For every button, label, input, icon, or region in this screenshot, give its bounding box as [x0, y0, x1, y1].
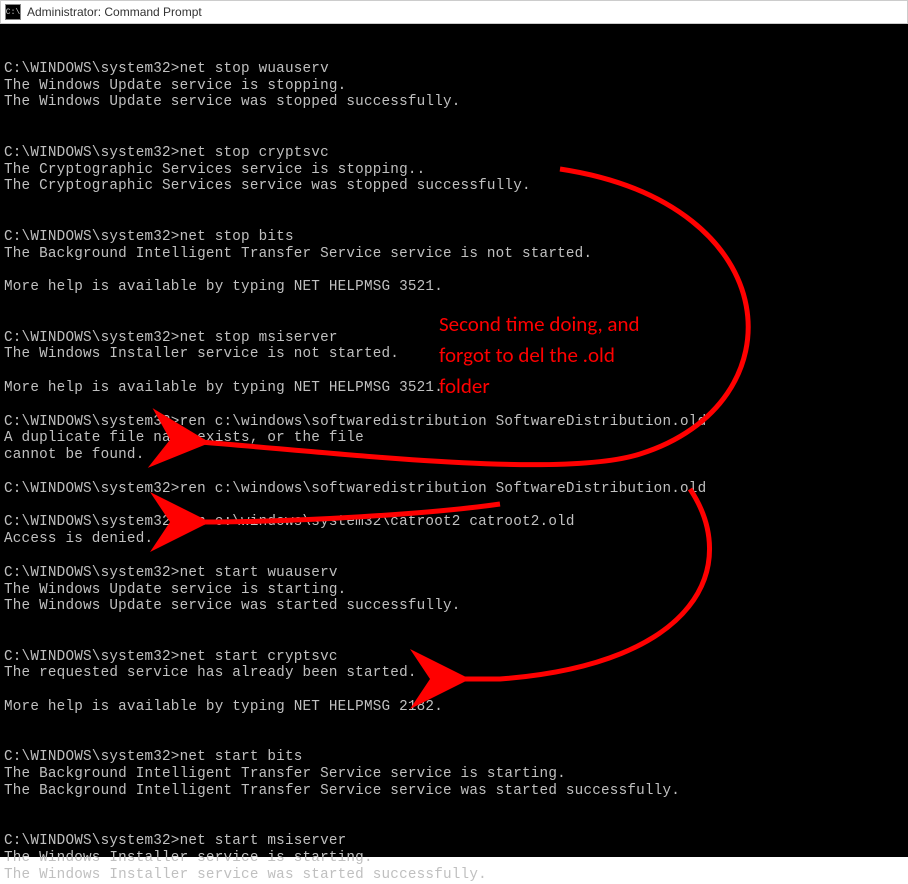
terminal-line: The Windows Update service was stopped s…	[4, 94, 908, 111]
terminal-line	[4, 111, 908, 128]
terminal-line	[4, 262, 908, 279]
terminal-line: C:\WINDOWS\system32>ren c:\windows\softw…	[4, 481, 908, 498]
terminal-line: C:\WINDOWS\system32>ren c:\windows\syste…	[4, 514, 908, 531]
terminal-line: The Windows Installer service was starte…	[4, 867, 908, 884]
terminal-line: The Windows Update service is stopping.	[4, 78, 908, 95]
terminal-line: The Windows Update service is starting.	[4, 582, 908, 599]
terminal-output[interactable]: C:\WINDOWS\system32>net stop wuauservThe…	[0, 24, 908, 857]
window-title: Administrator: Command Prompt	[27, 5, 202, 19]
terminal-line: The Windows Installer service is not sta…	[4, 346, 908, 363]
terminal-line: C:\WINDOWS\system32>net stop cryptsvc	[4, 145, 908, 162]
terminal-line	[4, 212, 908, 229]
terminal-line: C:\WINDOWS\system32>net start msiserver	[4, 833, 908, 850]
terminal-line: The Windows Installer service is startin…	[4, 850, 908, 867]
terminal-line: The Windows Update service was started s…	[4, 598, 908, 615]
terminal-line: A duplicate file name exists, or the fil…	[4, 430, 908, 447]
terminal-line: More help is available by typing NET HEL…	[4, 699, 908, 716]
cmd-icon: C:\	[5, 4, 21, 20]
terminal-line: The Cryptographic Services service is st…	[4, 162, 908, 179]
terminal-line: C:\WINDOWS\system32>net start cryptsvc	[4, 649, 908, 666]
terminal-line: Access is denied.	[4, 531, 908, 548]
terminal-line	[4, 195, 908, 212]
terminal-line	[4, 548, 908, 565]
terminal-line	[4, 397, 908, 414]
terminal-line: The Cryptographic Services service was s…	[4, 178, 908, 195]
terminal-line: C:\WINDOWS\system32>net start wuauserv	[4, 565, 908, 582]
terminal-line	[4, 498, 908, 515]
window-titlebar[interactable]: C:\ Administrator: Command Prompt	[0, 0, 908, 24]
terminal-line	[4, 44, 908, 61]
terminal-line: cannot be found.	[4, 447, 908, 464]
terminal-line: The requested service has already been s…	[4, 665, 908, 682]
terminal-line	[4, 682, 908, 699]
terminal-line: The Background Intelligent Transfer Serv…	[4, 246, 908, 263]
terminal-line	[4, 363, 908, 380]
terminal-line: C:\WINDOWS\system32>ren c:\windows\softw…	[4, 414, 908, 431]
terminal-line: More help is available by typing NET HEL…	[4, 279, 908, 296]
terminal-line	[4, 817, 908, 834]
terminal-line: C:\WINDOWS\system32>net start bits	[4, 749, 908, 766]
terminal-line	[4, 296, 908, 313]
terminal-line	[4, 632, 908, 649]
terminal-line	[4, 615, 908, 632]
terminal-line: More help is available by typing NET HEL…	[4, 380, 908, 397]
terminal-line	[4, 800, 908, 817]
terminal-line	[4, 464, 908, 481]
terminal-line: C:\WINDOWS\system32>net stop msiserver	[4, 330, 908, 347]
terminal-line	[4, 716, 908, 733]
terminal-line: C:\WINDOWS\system32>net stop wuauserv	[4, 61, 908, 78]
terminal-line: C:\WINDOWS\system32>net stop bits	[4, 229, 908, 246]
terminal-line: The Background Intelligent Transfer Serv…	[4, 783, 908, 800]
terminal-line: The Background Intelligent Transfer Serv…	[4, 766, 908, 783]
terminal-line	[4, 313, 908, 330]
terminal-line	[4, 128, 908, 145]
terminal-line	[4, 733, 908, 750]
